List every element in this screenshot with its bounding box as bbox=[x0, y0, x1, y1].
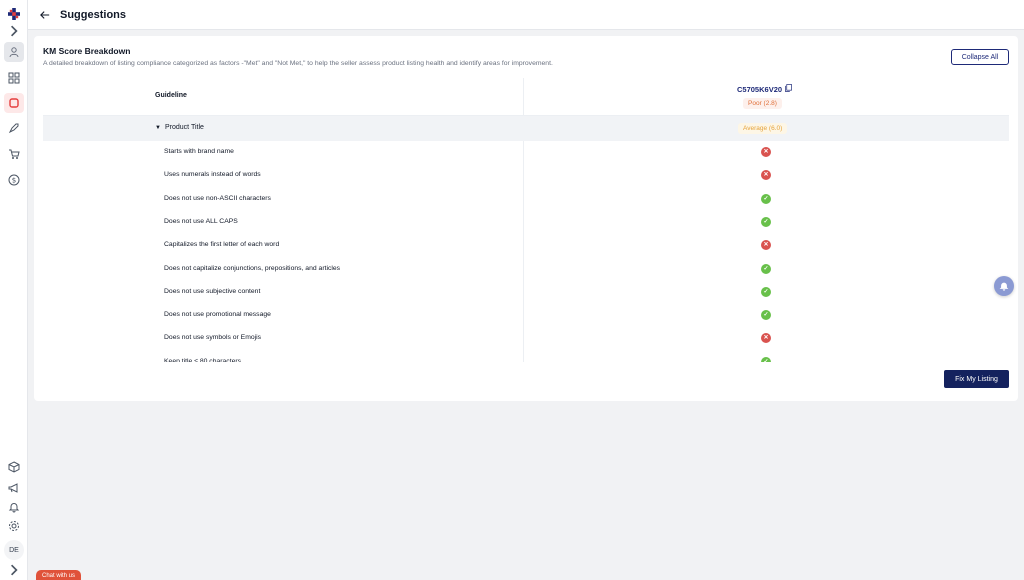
guideline-label: Starts with brand name bbox=[164, 148, 234, 155]
guideline-label: Keep title ≤ 80 characters bbox=[164, 357, 242, 362]
table-row: Does not use subjective content ✓ bbox=[43, 281, 1009, 304]
card-title: KM Score Breakdown bbox=[43, 46, 131, 56]
table-header: Guideline C5705K6V20 Poor (2.8) bbox=[43, 78, 1009, 116]
user-icon[interactable] bbox=[4, 42, 24, 62]
fix-my-listing-button[interactable]: Fix My Listing bbox=[944, 370, 1009, 388]
guideline-label: Does not use non-ASCII characters bbox=[164, 194, 271, 202]
table-row: Does not use ALL CAPS ✓ bbox=[43, 211, 1009, 234]
copy-icon[interactable] bbox=[785, 84, 792, 94]
table-row: Does not use non-ASCII characters ✓ bbox=[43, 188, 1009, 211]
gear-icon[interactable] bbox=[4, 516, 24, 536]
caret-down-icon[interactable]: ▼ bbox=[155, 125, 161, 131]
collapse-all-button[interactable]: Collapse All bbox=[951, 49, 1009, 65]
guideline-label: Does not capitalize conjunctions, prepos… bbox=[164, 264, 341, 272]
guideline-label: Uses numerals instead of words bbox=[164, 171, 261, 179]
guideline-label: Does not use subjective content bbox=[164, 287, 261, 295]
expand-bottom-icon[interactable] bbox=[4, 563, 24, 577]
megaphone-icon[interactable] bbox=[4, 478, 24, 498]
sku-text: C5705K6V20 bbox=[737, 84, 783, 94]
x-icon: ✕ bbox=[761, 240, 771, 251]
km-score-card: KM Score Breakdown A detailed breakdown … bbox=[34, 36, 1018, 401]
back-arrow-icon[interactable] bbox=[38, 8, 52, 22]
guideline-label: Capitalizes the first letter of each wor… bbox=[164, 241, 280, 249]
overall-score-badge: Poor (2.8) bbox=[743, 98, 782, 109]
chat-with-us-button[interactable]: Chat with us bbox=[36, 570, 82, 580]
check-icon: ✓ bbox=[761, 310, 771, 321]
table-row: Capitalizes the first letter of each wor… bbox=[43, 234, 1009, 257]
section-score-badge: Average (6.0) bbox=[738, 123, 788, 134]
sku-label: C5705K6V20 bbox=[737, 84, 792, 94]
card-description: A detailed breakdown of listing complian… bbox=[43, 60, 553, 67]
guideline-header: Guideline bbox=[155, 92, 187, 99]
table-row: Keep title ≤ 80 characters ✓ bbox=[43, 351, 1009, 362]
cart-icon[interactable] bbox=[4, 144, 24, 164]
avatar[interactable]: DE bbox=[4, 540, 24, 560]
bell-icon[interactable] bbox=[4, 497, 24, 517]
score-table: Guideline C5705K6V20 Poor (2.8) ▼ Produc… bbox=[43, 78, 1009, 362]
suggestions-icon[interactable] bbox=[4, 93, 24, 113]
check-icon: ✓ bbox=[761, 216, 771, 227]
check-icon: ✓ bbox=[761, 193, 771, 204]
x-icon: ✕ bbox=[761, 333, 771, 344]
rocket-icon[interactable] bbox=[4, 118, 24, 138]
dashboard-icon[interactable] bbox=[4, 68, 24, 88]
sidebar: $ DE bbox=[0, 0, 28, 580]
table-row: Starts with brand name ✕ bbox=[43, 141, 1009, 164]
x-icon: ✕ bbox=[761, 147, 771, 157]
guideline-label: Does not use symbols or Emojis bbox=[164, 334, 262, 342]
check-icon: ✓ bbox=[761, 286, 771, 297]
table-row: Does not use symbols or Emojis ✕ bbox=[43, 327, 1009, 350]
box-icon[interactable] bbox=[4, 457, 24, 477]
guideline-label: Does not use ALL CAPS bbox=[164, 217, 238, 225]
top-bar: Suggestions bbox=[28, 0, 1024, 30]
svg-text:$: $ bbox=[12, 177, 16, 185]
app-logo[interactable] bbox=[4, 4, 24, 24]
x-icon: ✕ bbox=[761, 170, 771, 181]
notification-bell-icon[interactable] bbox=[994, 276, 1014, 296]
section-label: Product Title bbox=[165, 124, 204, 131]
table-row: Uses numerals instead of words ✕ bbox=[43, 164, 1009, 187]
page-title: Suggestions bbox=[60, 8, 127, 21]
expand-sidebar-icon[interactable] bbox=[4, 24, 24, 38]
dollar-icon[interactable]: $ bbox=[4, 170, 24, 190]
check-icon: ✓ bbox=[761, 263, 771, 274]
section-row-product-title[interactable]: ▼ Product Title Average (6.0) bbox=[43, 116, 1009, 141]
guideline-label: Does not use promotional message bbox=[164, 311, 271, 319]
check-icon: ✓ bbox=[761, 356, 771, 362]
table-row: Does not use promotional message ✓ bbox=[43, 304, 1009, 327]
table-row: Does not capitalize conjunctions, prepos… bbox=[43, 258, 1009, 281]
